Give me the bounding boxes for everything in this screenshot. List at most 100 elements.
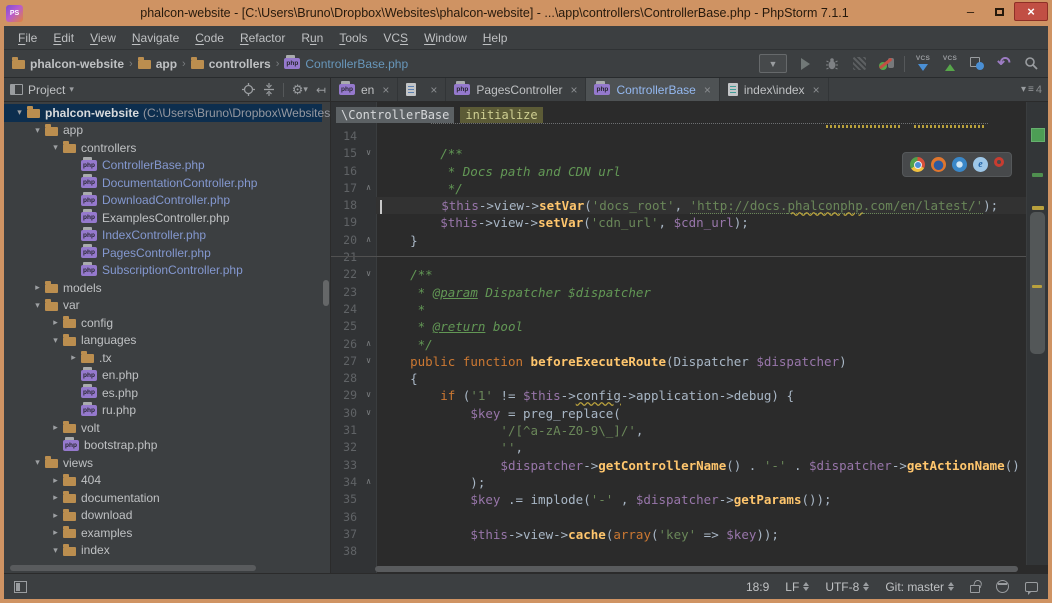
maximize-button[interactable] — [985, 2, 1014, 21]
run-button[interactable] — [796, 54, 814, 74]
internet-explorer-icon[interactable]: e — [973, 157, 988, 172]
tree-item-SubscriptionController.php[interactable]: phpSubscriptionController.php — [4, 262, 322, 280]
tree-item-PagesController.php[interactable]: phpPagesController.php — [4, 244, 322, 262]
menu-navigate[interactable]: Navigate — [124, 28, 187, 48]
code-line-27[interactable]: 27∨ public function beforeExecuteRoute(D… — [331, 353, 1026, 370]
collapsed-arrow-icon[interactable]: ▸ — [48, 475, 63, 486]
project-panel-title[interactable]: Project — [28, 83, 65, 97]
code-line-18[interactable]: 18 $this->view->setVar('docs_root', 'htt… — [331, 197, 1026, 214]
code-line-28[interactable]: 28 { — [331, 370, 1026, 387]
tab-ControllerBase[interactable]: phpControllerBase× — [586, 78, 719, 101]
project-horizontal-scrollbar[interactable] — [10, 565, 256, 571]
tree-item-app[interactable]: ▾app — [4, 122, 322, 140]
menu-refactor[interactable]: Refactor — [232, 28, 293, 48]
encoding-selector[interactable]: UTF-8 — [825, 580, 869, 594]
code-area[interactable]: 1415∨ /**16 * Docs path and CDN url17∧ *… — [331, 128, 1026, 560]
tree-item-download[interactable]: ▸download — [4, 507, 322, 525]
collapsed-arrow-icon[interactable]: ▸ — [66, 352, 81, 363]
breadcrumb-phalcon-website[interactable]: phalcon-website — [12, 57, 124, 71]
fold-marker-icon[interactable]: ∧ — [361, 474, 376, 491]
editor-horizontal-scrollbar[interactable] — [375, 566, 1018, 572]
run-config-dropdown-button[interactable]: ▼ — [759, 54, 787, 74]
vcs-commit-button[interactable]: VCS — [941, 54, 959, 74]
fold-marker-icon[interactable]: ∧ — [361, 336, 376, 353]
tree-item-documentation[interactable]: ▸documentation — [4, 489, 322, 507]
fold-marker-icon[interactable]: ∨ — [361, 145, 376, 162]
readonly-lock-icon[interactable] — [970, 585, 980, 593]
tree-item-ExamplesController.php[interactable]: phpExamplesController.php — [4, 209, 322, 227]
code-line-14[interactable]: 14 — [331, 128, 1026, 145]
code-line-31[interactable]: 31 '/[^a-zA-Z0-9\_]/', — [331, 422, 1026, 439]
code-line-24[interactable]: 24 * — [331, 301, 1026, 318]
code-line-19[interactable]: 19 $this->view->setVar('cdn_url', $cdn_u… — [331, 214, 1026, 231]
code-line-36[interactable]: 36 — [331, 509, 1026, 526]
tree-item-es.php[interactable]: phpes.php — [4, 384, 322, 402]
tree-item-volt[interactable]: ▸volt — [4, 419, 322, 437]
hector-inspector-icon[interactable] — [996, 580, 1009, 593]
editor[interactable]: \ControllerBase initialize e 1415∨ /**16… — [331, 102, 1048, 573]
toolwindow-toggle-icon[interactable] — [14, 581, 27, 593]
project-view-dropdown[interactable]: ▾ — [69, 84, 74, 95]
code-line-29[interactable]: 29∨ if ('1' != $this->config->applicatio… — [331, 387, 1026, 404]
tree-item-controllers[interactable]: ▾controllers — [4, 139, 322, 157]
code-line-30[interactable]: 30∨ $key = preg_replace( — [331, 405, 1026, 422]
rollback-button[interactable]: ↶ — [995, 54, 1013, 74]
close-button[interactable]: × — [1014, 2, 1048, 21]
tree-item-DownloadController.php[interactable]: phpDownloadController.php — [4, 192, 322, 210]
tab-close-icon[interactable]: × — [382, 83, 389, 97]
code-line-23[interactable]: 23 * @param Dispatcher $dispatcher — [331, 284, 1026, 301]
tab-close-icon[interactable]: × — [813, 83, 820, 97]
tab-unnamed[interactable]: × — [398, 78, 446, 101]
expanded-arrow-icon[interactable]: ▾ — [48, 545, 63, 556]
search-everywhere-button[interactable] — [1022, 54, 1040, 74]
collapsed-arrow-icon[interactable]: ▸ — [48, 317, 63, 328]
tab-close-icon[interactable]: × — [570, 83, 577, 97]
opera-icon[interactable] — [994, 157, 1004, 167]
locate-button[interactable] — [242, 83, 255, 96]
show-changes-button[interactable] — [968, 54, 986, 74]
tree-item-DocumentationController.php[interactable]: phpDocumentationController.php — [4, 174, 322, 192]
tree-item-en.php[interactable]: phpen.php — [4, 367, 322, 385]
tree-item-models[interactable]: ▸models — [4, 279, 322, 297]
project-vertical-scrollbar[interactable] — [323, 280, 329, 306]
tree-item-languages[interactable]: ▾languages — [4, 332, 322, 350]
event-log-bubble-icon[interactable] — [1025, 582, 1038, 592]
code-line-38[interactable]: 38 — [331, 543, 1026, 560]
fold-marker-icon[interactable]: ∨ — [361, 405, 376, 422]
menu-code[interactable]: Code — [187, 28, 232, 48]
tree-item-phalcon-website[interactable]: ▾phalcon-website(C:\Users\Bruno\Dropbox\… — [4, 104, 322, 122]
chrome-icon[interactable] — [910, 157, 925, 172]
collapsed-arrow-icon[interactable]: ▸ — [48, 510, 63, 521]
tree-item-views[interactable]: ▾views — [4, 454, 322, 472]
code-line-37[interactable]: 37 $this->view->cache(array('key' => $ke… — [331, 526, 1026, 543]
safari-icon[interactable] — [952, 157, 967, 172]
menu-edit[interactable]: Edit — [45, 28, 82, 48]
menu-view[interactable]: View — [82, 28, 124, 48]
tab-PagesController[interactable]: phpPagesController× — [446, 78, 586, 101]
expanded-arrow-icon[interactable]: ▾ — [30, 300, 45, 311]
tree-item-ControllerBase.php[interactable]: phpControllerBase.php — [4, 157, 322, 175]
code-line-17[interactable]: 17∧ */ — [331, 180, 1026, 197]
tree-item-examples[interactable]: ▸examples — [4, 524, 322, 542]
tab-en[interactable]: phpen× — [331, 78, 398, 101]
tree-item-404[interactable]: ▸404 — [4, 472, 322, 490]
title-bar[interactable]: PS phalcon-website - [C:\Users\Bruno\Dro… — [0, 0, 1052, 26]
settings-button[interactable]: ⚙▾ — [292, 82, 308, 98]
code-line-25[interactable]: 25 * @return bool — [331, 318, 1026, 335]
fold-marker-icon[interactable]: ∨ — [361, 353, 376, 370]
menu-file[interactable]: File — [10, 28, 45, 48]
minimize-button[interactable]: – — [956, 2, 985, 21]
tab-close-icon[interactable]: × — [704, 83, 711, 97]
breadcrumb-controllers[interactable]: controllers — [191, 57, 271, 71]
menu-window[interactable]: Window — [416, 28, 475, 48]
code-line-33[interactable]: 33 $dispatcher->getControllerName() . '-… — [331, 457, 1026, 474]
scrollbar-mark-warning[interactable] — [1032, 206, 1044, 210]
breadcrumb-ControllerBase.php[interactable]: phpControllerBase.php — [284, 57, 408, 71]
expanded-arrow-icon[interactable]: ▾ — [48, 142, 63, 153]
scrollbar-mark-warning[interactable] — [1032, 285, 1042, 288]
code-line-20[interactable]: 20∧ } — [331, 232, 1026, 249]
debug-button[interactable] — [823, 54, 841, 74]
caret-position[interactable]: 18:9 — [746, 580, 769, 594]
collapsed-arrow-icon[interactable]: ▸ — [48, 492, 63, 503]
menu-help[interactable]: Help — [475, 28, 516, 48]
